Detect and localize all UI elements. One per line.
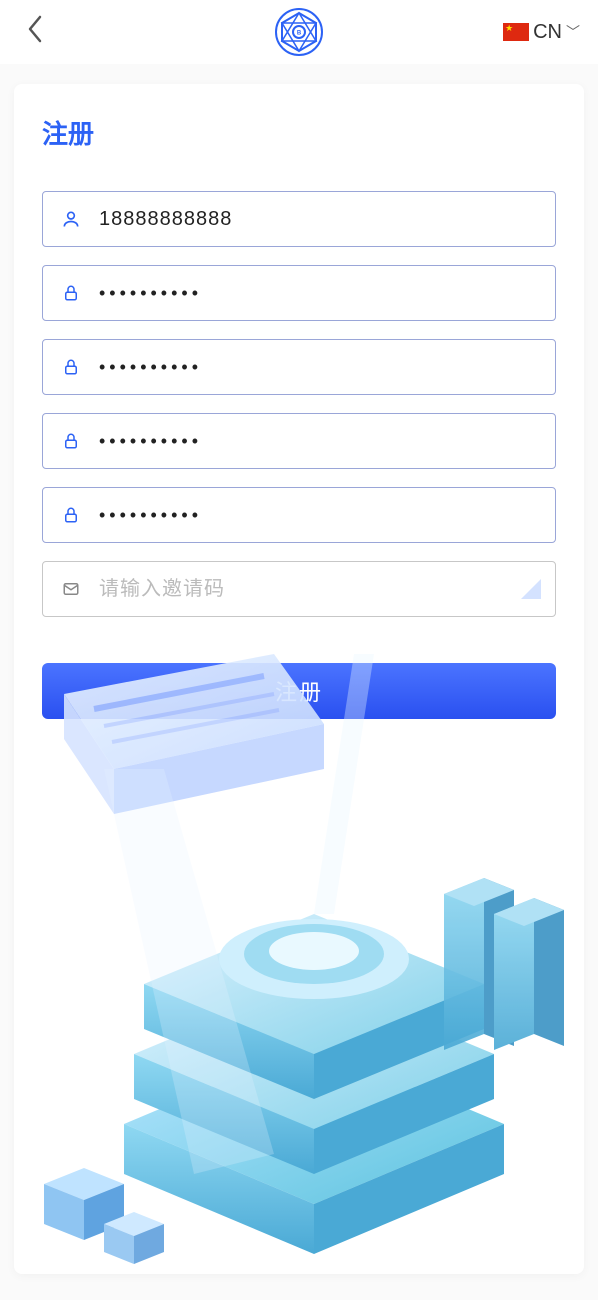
password-field-wrapper xyxy=(42,487,556,543)
language-label: CN xyxy=(533,21,562,44)
back-button[interactable] xyxy=(18,8,52,56)
phone-field-wrapper xyxy=(42,191,556,247)
svg-text:B: B xyxy=(297,31,302,37)
password-field-wrapper xyxy=(42,265,556,321)
invite-field-wrapper xyxy=(42,561,556,617)
app-logo: B xyxy=(274,7,324,57)
decorative-illustration xyxy=(14,654,574,1274)
lock-icon xyxy=(57,431,85,451)
envelope-icon xyxy=(57,580,85,598)
lock-icon xyxy=(57,283,85,303)
user-icon xyxy=(57,209,85,229)
register-button[interactable]: 注册 xyxy=(42,663,556,719)
password-input-2[interactable] xyxy=(99,357,541,378)
register-card: 注册 xyxy=(14,84,584,1274)
corner-triangle-icon xyxy=(521,579,541,599)
password-field-wrapper xyxy=(42,413,556,469)
password-field-wrapper xyxy=(42,339,556,395)
lock-icon xyxy=(57,505,85,525)
page-body: 注册 xyxy=(0,64,598,1288)
phone-input[interactable] xyxy=(99,208,541,231)
flag-icon xyxy=(503,23,529,41)
password-input-3[interactable] xyxy=(99,431,541,452)
invite-code-input[interactable] xyxy=(99,578,513,601)
chevron-down-icon: ﹀ xyxy=(566,22,580,42)
lock-icon xyxy=(57,357,85,377)
header-bar: B CN ﹀ xyxy=(0,0,598,64)
chevron-left-icon xyxy=(26,14,44,44)
password-input-4[interactable] xyxy=(99,505,541,526)
page-title: 注册 xyxy=(42,114,556,151)
password-input-1[interactable] xyxy=(99,283,541,304)
language-selector[interactable]: CN ﹀ xyxy=(503,21,580,44)
